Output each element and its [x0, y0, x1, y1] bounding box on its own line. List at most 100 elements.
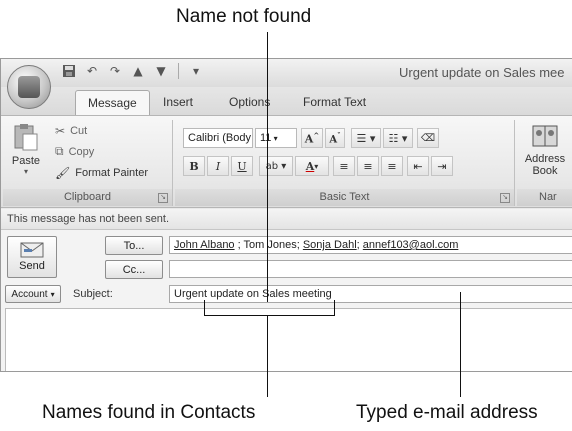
bullets-icon: ☰ ▾ — [356, 131, 376, 145]
shrink-font-button[interactable]: Aˇ — [325, 128, 345, 148]
address-book-label-1: Address — [524, 153, 566, 165]
clipboard-label-text: Clipboard — [63, 191, 112, 203]
decrease-indent-button[interactable]: ⇤ — [407, 156, 429, 176]
grow-font-icon: A^ — [304, 130, 320, 146]
down-arrow-icon[interactable]: ▼ — [153, 63, 169, 79]
title-bar: ↶ ↷ ▲ ▼ ▾ Urgent update on Sales mee — [1, 59, 572, 87]
grow-font-button[interactable]: A^ — [301, 128, 323, 148]
chevron-down-icon: ▾ — [251, 134, 252, 143]
send-label: Send — [19, 260, 45, 272]
format-painter-label: Format Painter — [75, 167, 148, 179]
paste-button[interactable]: Paste ▾ — [7, 122, 45, 176]
highlighter-icon: ab ▾ — [265, 160, 287, 172]
info-bar: This message has not been sent. — [1, 209, 572, 230]
recipient-sonja-dahl[interactable]: Sonja Dahl — [303, 239, 357, 251]
leader-line-names-found — [267, 315, 268, 397]
send-button[interactable]: Send — [7, 236, 57, 278]
names-group-label: Nar — [517, 189, 572, 206]
leader-bracket-right-tick — [334, 300, 335, 316]
font-color-button[interactable]: A ▾ — [295, 156, 329, 176]
paste-label: Paste — [11, 155, 41, 167]
dialog-launcher-icon[interactable]: ↘ — [158, 193, 168, 203]
copy-button[interactable]: ⧉ Copy — [55, 144, 94, 159]
clipboard-group-label: Clipboard ↘ — [3, 189, 172, 206]
address-book-button[interactable]: Address Book — [523, 122, 567, 177]
bullets-button[interactable]: ☰ ▾ — [351, 128, 381, 148]
customize-icon[interactable]: ▾ — [188, 63, 204, 79]
tab-options[interactable]: Options — [229, 95, 270, 109]
underline-button[interactable]: U — [231, 156, 253, 176]
basic-text-label-text: Basic Text — [319, 191, 370, 203]
address-book-label-2: Book — [532, 165, 558, 177]
ribbon-tabs: Message Insert Options Format Text — [1, 87, 572, 116]
font-size-value: 11 — [260, 132, 272, 144]
italic-button[interactable]: I — [207, 156, 229, 176]
names-group: Address Book Nar — [517, 120, 572, 206]
clipboard-group: Paste ▾ ✂ Cut ⧉ Copy 🖌 Format Painter Cl… — [3, 120, 173, 206]
align-center-icon: ≡ — [363, 159, 373, 173]
send-icon — [20, 242, 44, 258]
office-button[interactable] — [7, 65, 51, 109]
paste-icon — [14, 124, 38, 151]
cc-button[interactable]: Cc... — [105, 260, 163, 279]
callout-name-not-found: Name not found — [176, 6, 312, 27]
save-icon[interactable] — [61, 63, 77, 79]
redo-icon[interactable]: ↷ — [107, 63, 123, 79]
dialog-launcher-icon[interactable]: ↘ — [500, 193, 510, 203]
to-button[interactable]: To... — [105, 236, 163, 255]
decrease-indent-icon: ⇤ — [413, 159, 423, 173]
message-body[interactable] — [5, 308, 572, 371]
scissors-icon: ✂ — [55, 124, 66, 138]
office-logo-icon — [18, 76, 40, 98]
to-field[interactable]: John Albano ; Tom Jones; Sonja Dahl; ann… — [169, 236, 572, 254]
align-right-button[interactable]: ≡ — [381, 156, 403, 176]
chevron-down-icon: ▾ — [50, 289, 55, 299]
align-center-button[interactable]: ≡ — [357, 156, 379, 176]
bold-button[interactable]: B — [183, 156, 205, 176]
increase-indent-button[interactable]: ⇥ — [431, 156, 453, 176]
clear-formatting-button[interactable]: ⌫ — [417, 128, 439, 148]
tab-insert[interactable]: Insert — [163, 95, 193, 109]
account-button[interactable]: Account ▾ — [5, 285, 61, 303]
chevron-down-icon: ▾ — [314, 161, 319, 171]
address-book-icon — [532, 125, 558, 147]
tab-message[interactable]: Message — [75, 90, 150, 116]
subject-field[interactable]: Urgent update on Sales meeting — [169, 285, 572, 303]
leader-line-typed-email — [460, 292, 461, 397]
font-name-box[interactable]: Calibri (Body ▾ — [183, 128, 253, 148]
subject-label: Subject: — [73, 288, 113, 300]
outlook-window: ↶ ↷ ▲ ▼ ▾ Urgent update on Sales mee Mes… — [0, 58, 572, 372]
recipient-email[interactable]: annef103@aol.com — [363, 239, 459, 251]
cc-field[interactable] — [169, 260, 572, 278]
leader-line-name-not-found — [267, 32, 268, 302]
undo-icon[interactable]: ↶ — [84, 63, 100, 79]
align-left-icon: ≡ — [339, 159, 349, 173]
clear-formatting-icon: ⌫ — [420, 132, 436, 144]
chevron-down-icon: ▾ — [271, 134, 278, 143]
paintbrush-icon: 🖌 — [55, 166, 71, 180]
up-arrow-icon[interactable]: ▲ — [130, 63, 146, 79]
names-label-text: Nar — [539, 191, 557, 203]
copy-icon: ⧉ — [55, 144, 64, 158]
quick-access-toolbar: ↶ ↷ ▲ ▼ ▾ — [61, 63, 204, 79]
format-painter-button[interactable]: 🖌 Format Painter — [55, 166, 148, 180]
align-left-button[interactable]: ≡ — [333, 156, 355, 176]
compose-form: Send To... Cc... John Albano ; Tom Jones… — [1, 230, 572, 371]
recipient-separator-1: ; Tom Jones; — [234, 239, 303, 251]
cut-button[interactable]: ✂ Cut — [55, 124, 87, 138]
callout-typed-email: Typed e-mail address — [356, 402, 538, 423]
qat-separator — [178, 63, 179, 79]
chevron-down-icon: ▾ — [23, 167, 28, 176]
account-label: Account — [11, 288, 48, 300]
highlight-button[interactable]: ab ▾ — [259, 156, 293, 176]
font-size-box[interactable]: 11 ▾ — [255, 128, 297, 148]
numbering-icon: ☷ ▾ — [388, 131, 408, 145]
callout-names-found: Names found in Contacts — [42, 402, 256, 423]
shrink-font-icon: Aˇ — [329, 130, 341, 146]
tab-format-text[interactable]: Format Text — [303, 95, 366, 109]
numbering-button[interactable]: ☷ ▾ — [383, 128, 413, 148]
increase-indent-icon: ⇥ — [437, 159, 447, 173]
recipient-john-albano[interactable]: John Albano — [174, 239, 235, 251]
leader-bracket-left-tick — [204, 300, 205, 316]
ribbon: Paste ▾ ✂ Cut ⧉ Copy 🖌 Format Painter Cl… — [1, 115, 572, 208]
